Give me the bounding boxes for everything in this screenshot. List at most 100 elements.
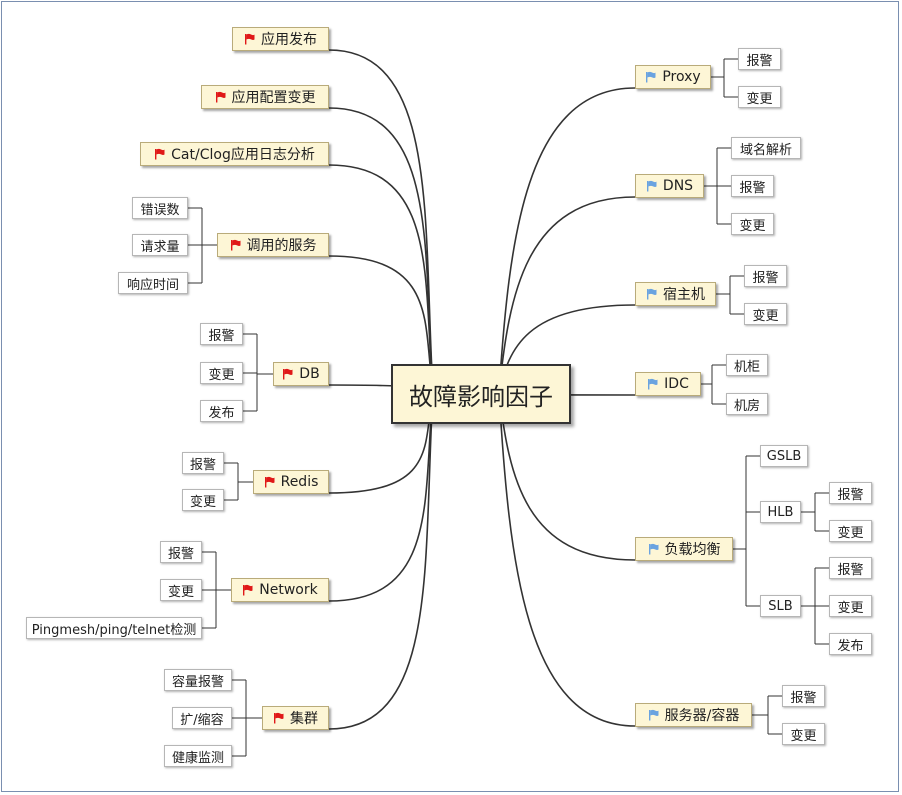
node-lb-label: 负载均衡 [664, 542, 721, 558]
node-server-label: 服务器/容器 [664, 708, 740, 724]
node-network-label: Network [259, 582, 318, 598]
node-cluster-child-2[interactable]: 健康监测 [164, 745, 232, 767]
node-dns-label: DNS [662, 178, 694, 194]
node-server-child-1-label: 变更 [790, 728, 817, 744]
node-server[interactable]: 服务器/容器 [635, 703, 752, 727]
red-flag-icon [245, 33, 255, 45]
red-flag-icon [155, 148, 165, 160]
node-network[interactable]: Network [231, 578, 329, 602]
node-lb-1-child-0-label: 报警 [837, 487, 864, 503]
node-cluster-child-0-label: 容量报警 [171, 674, 224, 690]
node-called-service-label: 调用的服务 [246, 238, 317, 254]
connector-cluster [328, 391, 434, 730]
node-network-child-1-label: 变更 [167, 584, 194, 600]
node-dns-child-0[interactable]: 域名解析 [731, 137, 801, 159]
node-cat-clog[interactable]: Cat/Clog应用日志分析 [140, 142, 329, 166]
node-lb-2-child-1-label: 变更 [837, 600, 864, 616]
node-host-child-1-label: 变更 [752, 308, 779, 324]
node-called-service-child-1[interactable]: 请求量 [132, 234, 188, 256]
node-cluster-child-1-label: 扩/缩容 [180, 712, 224, 728]
node-lb-2-child-2[interactable]: 发布 [829, 633, 872, 655]
connector-app-release [328, 49, 434, 393]
node-app-release[interactable]: 应用发布 [232, 27, 329, 51]
node-lb-child-0-label: GSLB [766, 448, 802, 464]
node-idc[interactable]: IDC [635, 372, 701, 396]
node-proxy-child-1[interactable]: 变更 [738, 86, 781, 108]
node-redis-child-0-label: 报警 [189, 457, 216, 473]
red-flag-icon [215, 91, 225, 103]
node-proxy-child-0-label: 报警 [746, 53, 773, 69]
node-host[interactable]: 宿主机 [635, 282, 716, 306]
node-host-child-0-label: 报警 [752, 270, 779, 286]
central-topic[interactable]: 故障影响因子 [391, 364, 571, 424]
node-idc-child-1-label: 机房 [733, 398, 760, 414]
blue-flag-icon [646, 180, 657, 192]
node-cluster[interactable]: 集群 [262, 706, 329, 730]
node-lb-2-child-0-label: 报警 [837, 562, 864, 578]
node-app-config-label: 应用配置变更 [231, 90, 316, 106]
node-network-child-0-label: 报警 [167, 546, 194, 562]
node-lb-child-1-label: HLB [767, 504, 794, 520]
node-called-service-child-0[interactable]: 错误数 [132, 197, 188, 219]
node-redis[interactable]: Redis [253, 470, 329, 494]
node-db[interactable]: DB [273, 362, 329, 386]
node-redis-child-1-label: 变更 [189, 494, 216, 510]
blue-flag-icon [648, 709, 659, 721]
blue-flag-icon [648, 378, 658, 390]
node-called-service[interactable]: 调用的服务 [217, 233, 329, 257]
node-host-child-1[interactable]: 变更 [744, 303, 787, 325]
node-lb-2-child-1[interactable]: 变更 [829, 595, 872, 617]
node-lb-1-child-0[interactable]: 报警 [829, 482, 872, 504]
red-flag-icon [264, 476, 275, 488]
node-db-child-1[interactable]: 变更 [200, 362, 243, 384]
node-lb-child-1[interactable]: HLB [760, 501, 801, 523]
node-dns-child-2[interactable]: 变更 [731, 213, 774, 235]
node-dns-child-0-label: 域名解析 [739, 142, 792, 158]
node-lb[interactable]: 负载均衡 [635, 537, 733, 561]
node-db-child-0-label: 报警 [208, 328, 235, 344]
node-dns[interactable]: DNS [635, 174, 704, 198]
node-cluster-label: 集群 [290, 711, 318, 727]
node-lb-2-child-0[interactable]: 报警 [829, 557, 872, 579]
node-cluster-child-2-label: 健康监测 [171, 750, 224, 766]
node-called-service-child-0-label: 错误数 [140, 202, 180, 218]
node-db-child-0[interactable]: 报警 [200, 323, 243, 345]
connector-proxy [498, 87, 636, 393]
red-flag-icon [243, 584, 253, 596]
node-called-service-child-2[interactable]: 响应时间 [118, 272, 188, 294]
node-lb-child-0[interactable]: GSLB [760, 445, 808, 467]
node-cluster-child-0[interactable]: 容量报警 [164, 669, 232, 691]
node-lb-1-child-1[interactable]: 变更 [829, 520, 872, 542]
node-called-service-child-1-label: 请求量 [140, 239, 180, 255]
node-cluster-child-1[interactable]: 扩/缩容 [172, 707, 232, 729]
red-flag-icon [230, 239, 240, 251]
node-network-child-2-label: Pingmesh/ping/telnet检测 [31, 622, 197, 638]
node-network-child-1[interactable]: 变更 [160, 579, 202, 601]
node-proxy-child-0[interactable]: 报警 [738, 48, 781, 70]
node-lb-child-2[interactable]: SLB [760, 595, 801, 617]
node-server-child-1[interactable]: 变更 [782, 723, 825, 745]
node-network-child-2[interactable]: Pingmesh/ping/telnet检测 [26, 617, 202, 639]
node-app-release-label: 应用发布 [261, 32, 317, 48]
node-db-label: DB [299, 366, 320, 382]
node-idc-child-0-label: 机柜 [733, 359, 760, 375]
node-host-child-0[interactable]: 报警 [744, 265, 787, 287]
blue-flag-icon [648, 543, 658, 555]
connector-dns [498, 196, 636, 393]
node-db-child-2[interactable]: 发布 [200, 400, 243, 422]
connector-cat-clog [328, 164, 434, 393]
node-app-config[interactable]: 应用配置变更 [201, 85, 329, 109]
node-lb-1-child-1-label: 变更 [837, 525, 864, 541]
node-proxy-child-1-label: 变更 [746, 91, 773, 107]
node-dns-child-1[interactable]: 报警 [731, 175, 774, 197]
node-idc-child-1[interactable]: 机房 [726, 393, 768, 415]
node-server-child-0[interactable]: 报警 [782, 685, 825, 707]
node-proxy[interactable]: Proxy [635, 65, 711, 89]
node-lb-2-child-2-label: 发布 [837, 638, 864, 654]
node-redis-child-0[interactable]: 报警 [182, 452, 224, 474]
node-idc-child-0[interactable]: 机柜 [726, 354, 768, 376]
node-cat-clog-label: Cat/Clog应用日志分析 [171, 147, 315, 163]
node-network-child-0[interactable]: 报警 [160, 541, 202, 563]
node-host-label: 宿主机 [663, 287, 705, 303]
node-redis-child-1[interactable]: 变更 [182, 489, 224, 511]
